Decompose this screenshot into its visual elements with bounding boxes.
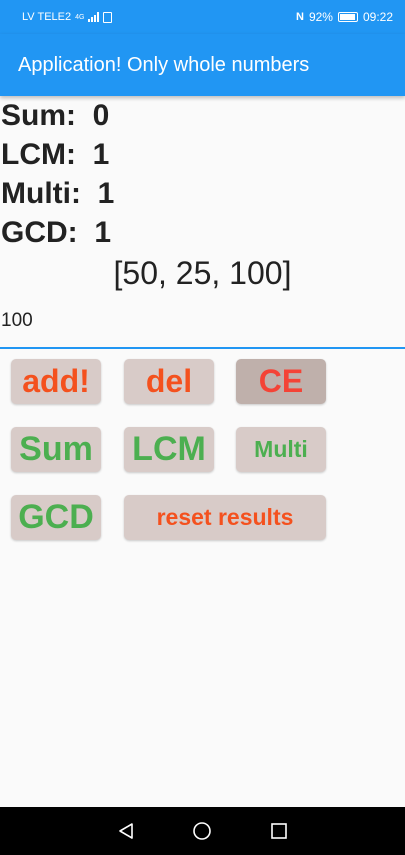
gcd-result: GCD: 1 xyxy=(1,216,112,249)
app-bar: Application! Only whole numbers xyxy=(0,34,405,96)
number-input-field xyxy=(0,304,405,349)
navigation-bar xyxy=(0,807,405,855)
multi-button[interactable]: Multi xyxy=(236,427,326,472)
sum-button[interactable]: Sum xyxy=(11,427,101,472)
delete-button[interactable]: del xyxy=(124,359,214,404)
gcd-button[interactable]: GCD xyxy=(11,495,101,540)
recents-icon[interactable] xyxy=(267,819,291,843)
add-button[interactable]: add! xyxy=(11,359,101,404)
lcm-result: LCM: 1 xyxy=(1,138,110,171)
app-title: Application! Only whole numbers xyxy=(18,53,310,76)
reset-results-button[interactable]: reset results xyxy=(124,495,326,540)
battery-icon xyxy=(337,12,358,22)
nfc-icon: N xyxy=(295,11,304,23)
back-icon[interactable] xyxy=(114,819,138,843)
number-list: [50, 25, 100] xyxy=(0,255,405,292)
status-right: N 92% 09:22 xyxy=(296,10,393,24)
number-input[interactable] xyxy=(0,304,405,338)
number-list-text: [50, 25, 100] xyxy=(113,255,292,291)
status-left: LV TELE2 4G xyxy=(22,11,113,23)
carrier-label: LV TELE2 xyxy=(22,11,72,23)
multi-result: Multi: 1 xyxy=(1,177,115,210)
network-label: 4G xyxy=(75,13,85,21)
status-bar: LV TELE2 4G N 92% 09:22 xyxy=(0,0,405,34)
lcm-button[interactable]: LCM xyxy=(124,427,214,472)
battery-percent: 92% xyxy=(308,10,333,24)
sim-icon xyxy=(103,11,113,23)
clear-entry-button[interactable]: CE xyxy=(236,359,326,404)
screen: LV TELE2 4G N 92% 09:22 Application! Onl… xyxy=(0,0,405,855)
sum-result: Sum: 0 xyxy=(1,99,110,132)
clock: 09:22 xyxy=(362,10,393,24)
signal-icon xyxy=(88,12,100,22)
home-icon[interactable] xyxy=(190,819,214,843)
